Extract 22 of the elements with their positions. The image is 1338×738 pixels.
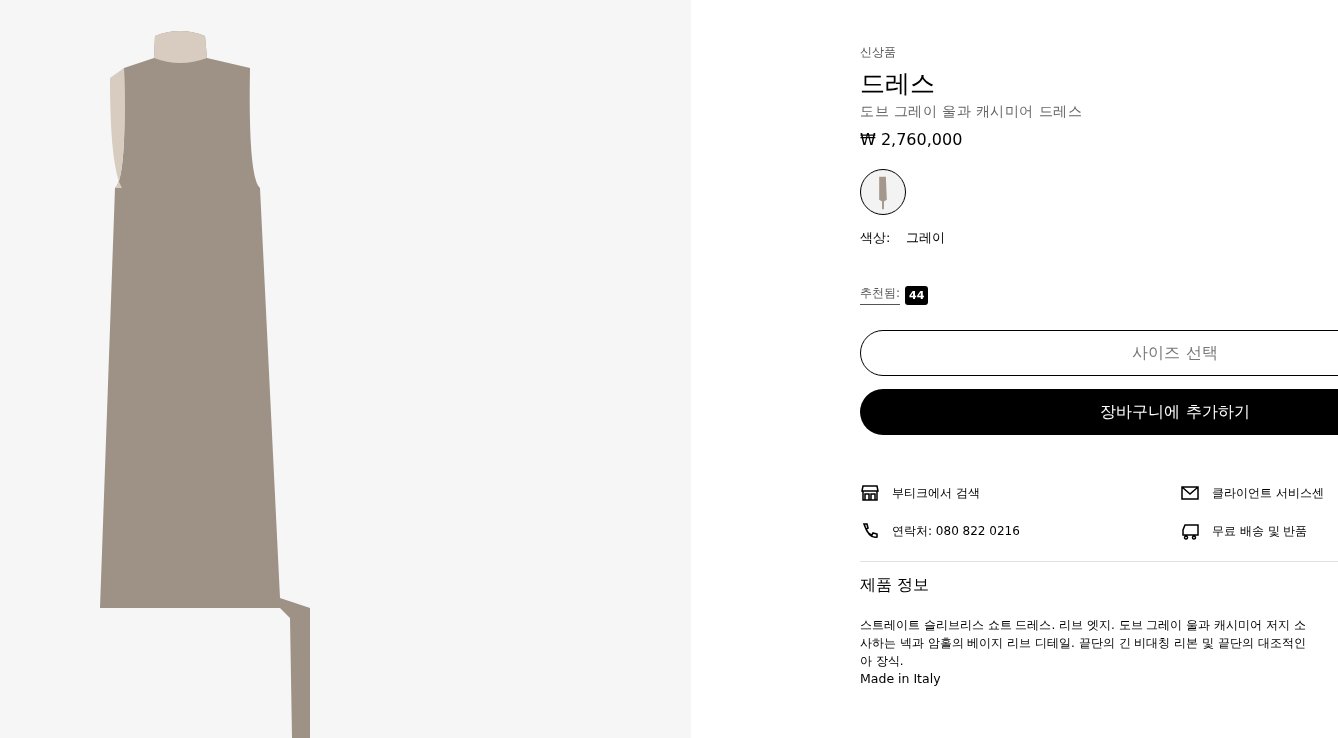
new-arrival-label: 신상품 [860, 44, 896, 61]
service-link[interactable]: 무료 배송 및 반품 [1212, 522, 1308, 540]
store-icon [860, 483, 880, 503]
size-select[interactable]: 사이즈 선택 [860, 330, 1338, 376]
product-info-heading: 제품 정보 [860, 575, 930, 596]
product-description: 스트레이트 슬리브리스 쇼트 드레스. 리브 엣지. 도브 그레이 울과 캐시미어 저지 소 사하는 넥과 암홀의 베이지 리브 디테일. 끝단의 긴 비대칭 리본 및 끝단의 대조적인 아 장식. [860, 617, 1306, 670]
service-link[interactable]: 부티크에서 검색 [892, 484, 980, 502]
service-link[interactable]: 클라이언트 서비스센 [1212, 484, 1324, 502]
product-price: ₩ 2,760,000 [860, 130, 963, 149]
recommended-link[interactable]: 추천됨: [860, 285, 901, 305]
mail-icon [1180, 483, 1200, 503]
color-value: 그레이 [906, 229, 946, 247]
color-swatch[interactable] [860, 169, 906, 215]
phone-icon [860, 521, 880, 541]
origin-text: Made in Italy [860, 671, 941, 686]
service-link[interactable]: 연락처: 080 822 0216 [892, 522, 1020, 540]
product-subtitle: 도브 그레이 울과 캐시미어 드레스 [860, 103, 1083, 121]
product-title: 드레스 [860, 68, 935, 100]
color-label: 색상: [860, 229, 891, 247]
add-to-cart-button[interactable]: 장바구니에 추가하기 [860, 389, 1338, 435]
truck-icon [1180, 521, 1200, 541]
recommended-count: 44 [905, 285, 929, 305]
